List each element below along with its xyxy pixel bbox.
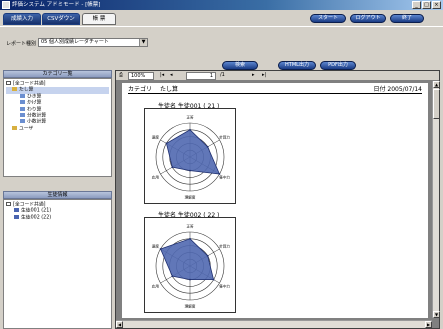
tree-node-user[interactable]: ユーザ — [6, 125, 109, 132]
radar-axis-label: 応用 — [152, 175, 160, 180]
report-toolbar: レポート種別 05 個人別成績レーダチャート ▼ 検索 HTML出力 PDF出力 — [0, 26, 443, 70]
item-icon — [20, 112, 25, 117]
radar-point — [189, 278, 191, 281]
radar-axis-label: 計算力 — [219, 244, 230, 249]
prev-page-icon[interactable]: ◂ — [170, 72, 173, 79]
radar-chart-1: 正答計算力集中力理解度 応用 速度 — [144, 108, 236, 204]
scroll-down-button[interactable]: ▼ — [433, 311, 440, 318]
report-type-select[interactable]: 05 個人別成績レーダチャート ▼ — [38, 38, 148, 47]
radar-axis-label: 正答 — [186, 224, 194, 229]
maximize-button[interactable]: □ — [422, 1, 431, 9]
folder-icon — [12, 125, 17, 130]
radar-point — [189, 237, 191, 240]
print-icon[interactable]: ⎙ — [119, 72, 123, 79]
last-page-icon[interactable]: ▸| — [262, 72, 266, 79]
scroll-right-button[interactable]: ▶ — [425, 321, 432, 328]
category-panel-title: カテゴリ一覧 — [3, 70, 112, 78]
radar-axis-label: 速度 — [152, 135, 160, 140]
close-button[interactable]: × — [432, 1, 441, 9]
scroll-left-button[interactable]: ◀ — [116, 321, 123, 328]
page-total: /1 — [220, 72, 225, 78]
search-button[interactable]: 検索 — [222, 61, 258, 70]
radar-axis-label: 理解度 — [185, 195, 196, 200]
tab-report[interactable]: 帳 票 — [82, 13, 116, 25]
radar-series-area — [160, 238, 215, 280]
radar-point — [189, 169, 191, 172]
html-export-button[interactable]: HTML出力 — [278, 61, 316, 70]
radar-point — [206, 254, 209, 257]
logout-button[interactable]: ログアウト — [350, 14, 386, 23]
report-page: カテゴリ たし算 日付 2005/07/14 生徒名 生徒001 ( 21 ) … — [122, 83, 428, 318]
radar-point — [171, 166, 174, 169]
tab-grade-input[interactable]: 成績入力 — [3, 13, 41, 25]
radar-point — [165, 142, 168, 145]
expand-icon[interactable] — [6, 202, 11, 206]
pdf-export-button[interactable]: PDF出力 — [320, 61, 356, 70]
category-tree: [全コード共通] たし算 ひき算 かけ算 わり算 分数計算 小数計算 ユーザ — [3, 78, 112, 177]
radar-point — [189, 128, 191, 131]
report-type-label: レポート種別 — [6, 41, 37, 47]
date-label: 日付 — [373, 86, 386, 93]
next-page-icon[interactable]: ▸ — [252, 72, 255, 79]
app-icon — [2, 1, 10, 9]
student-panel-title: 生徒情報 — [3, 191, 112, 199]
item-icon — [20, 119, 25, 124]
radar-point — [206, 145, 209, 148]
tab-csv-download[interactable]: CSVダウン — [42, 13, 80, 25]
radar-axis-label: 計算力 — [219, 135, 230, 140]
scroll-thumb[interactable] — [433, 89, 440, 119]
radar-axis-label: 集中力 — [219, 284, 230, 289]
radar-svg-2: 正答計算力集中力理解度 応用 速度 — [152, 224, 231, 309]
radar-point — [212, 278, 215, 281]
item-icon — [20, 100, 25, 105]
folder-icon — [12, 87, 17, 92]
zoom-select[interactable]: 100% — [128, 72, 154, 80]
tree-node-student-002[interactable]: 生徒002 (22) — [6, 214, 109, 221]
radar-axis-label: 集中力 — [219, 175, 230, 180]
date-value: 2005/07/14 — [387, 86, 422, 93]
report-header: カテゴリ たし算 日付 2005/07/14 — [128, 85, 422, 94]
minimize-button[interactable]: _ — [412, 1, 421, 9]
person-icon — [14, 214, 19, 219]
viewer-toolbar: ⎙ 100% |◂ ◂ 1 /1 ▸ ▸| — [116, 71, 439, 81]
radar-axis-label: 理解度 — [185, 304, 196, 309]
horizontal-scrollbar[interactable]: ◀ ▶ — [116, 320, 432, 328]
radar-axis-label: 正答 — [186, 115, 194, 120]
first-page-icon[interactable]: |◂ — [160, 72, 164, 79]
report-viewer: ⎙ 100% |◂ ◂ 1 /1 ▸ ▸| カテゴリ たし算 日付 2005/0… — [115, 70, 440, 329]
start-button[interactable]: スタート — [310, 14, 346, 23]
left-panel: カテゴリ一覧 [全コード共通] たし算 ひき算 かけ算 わり算 分数計算 小数計… — [3, 70, 112, 329]
tab-bar: 成績入力 CSVダウン 帳 票 スタート ログアウト 終了 — [0, 10, 443, 26]
category-value: たし算 — [159, 86, 178, 93]
vertical-scrollbar[interactable]: ▲ ▼ — [432, 81, 440, 318]
exit-button[interactable]: 終了 — [390, 14, 424, 23]
radar-point — [218, 173, 221, 175]
expand-icon[interactable] — [6, 81, 11, 85]
chevron-down-icon: ▼ — [139, 39, 147, 46]
radar-point — [159, 248, 162, 250]
radar-chart-2: 正答計算力集中力理解度 応用 速度 — [144, 217, 236, 313]
item-icon — [20, 106, 25, 111]
page-number-input[interactable]: 1 — [186, 72, 216, 80]
item-icon — [20, 93, 25, 98]
radar-axis-label: 応用 — [152, 284, 160, 289]
radar-svg-1: 正答計算力集中力理解度 応用 速度 — [152, 115, 231, 200]
window-title: 評価システム アドミモード - [帳票] — [12, 2, 101, 8]
scroll-up-button[interactable]: ▲ — [433, 81, 440, 88]
person-icon — [14, 208, 19, 213]
student-tree: [全コード共通] 生徒001 (21) 生徒002 (22) — [3, 199, 112, 329]
radar-series-area — [165, 129, 221, 175]
radar-point — [171, 275, 174, 278]
radar-axis-label: 速度 — [152, 244, 160, 249]
category-label: カテゴリ — [128, 86, 153, 93]
window-title-bar: 評価システム アドミモード - [帳票] _ □ × — [0, 0, 443, 10]
